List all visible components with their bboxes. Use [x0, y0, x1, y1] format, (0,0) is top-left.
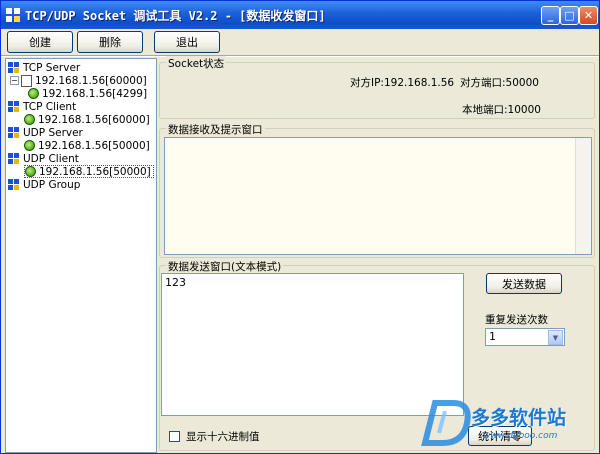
app-window: TCP/UDP Socket 调试工具 V2.2 - [数据收发窗口] _ □ … [0, 0, 600, 454]
tree-node-udp-server-child[interactable]: 192.168.1.56[50000] [24, 139, 150, 152]
maximize-button[interactable]: □ [560, 6, 579, 25]
peer-port-label: 对方端口:50000 [460, 77, 539, 89]
tree-node-label: UDP Client [23, 152, 79, 165]
socket-status-group: Socket状态 对方IP:192.168.1.56 对方端口:50000 本地… [159, 56, 595, 119]
delete-button[interactable]: 删除 [77, 31, 143, 53]
group-title: 数据接收及提示窗口 [166, 122, 265, 137]
connection-icon [28, 88, 39, 99]
app-grid-icon [6, 8, 20, 22]
connection-icon [25, 166, 36, 177]
peer-ip-label: 对方IP:192.168.1.56 [350, 77, 455, 89]
category-icon [8, 101, 19, 112]
tree-node-label: UDP Group [23, 178, 81, 191]
tree-node-tcp-connection[interactable]: 192.168.1.56[4299] [28, 87, 147, 100]
chevron-down-icon[interactable]: ▼ [548, 330, 563, 345]
category-icon [8, 127, 19, 138]
exit-button[interactable]: 退出 [154, 31, 220, 53]
minimize-button[interactable]: _ [541, 6, 560, 25]
title-bar[interactable]: TCP/UDP Socket 调试工具 V2.2 - [数据收发窗口] _ □ … [1, 1, 599, 29]
receive-textarea[interactable] [164, 137, 592, 255]
group-title: 数据发送窗口(文本模式) [166, 259, 284, 274]
document-icon [21, 74, 32, 87]
tree-node-tcp-server-child[interactable]: − 192.168.1.56[60000] [10, 74, 147, 87]
repeat-count-value: 1 [489, 330, 496, 343]
group-title: Socket状态 [166, 56, 227, 71]
tree-node-label: 192.168.1.56[60000] [38, 113, 150, 126]
category-icon [8, 62, 19, 73]
receive-scrollbar[interactable] [575, 138, 591, 254]
tree-node-tcp-client[interactable]: TCP Client [8, 100, 76, 113]
hex-display-label: 显示十六进制值 [186, 431, 260, 443]
connection-icon [24, 114, 35, 125]
tree-node-label: TCP Client [23, 100, 77, 113]
tree-node-udp-client[interactable]: UDP Client [8, 152, 79, 165]
toolbar-divider [1, 55, 599, 57]
tree-node-label: 192.168.1.56[50000] [38, 139, 150, 152]
watermark-text: 多多软件站 [471, 407, 567, 429]
hex-display-checkbox[interactable] [169, 431, 180, 442]
watermark-url: www.ddooo.com [483, 431, 558, 441]
tree-node-label: UDP Server [23, 126, 83, 139]
tree-node-label: TCP Server [23, 61, 81, 74]
category-icon [8, 153, 19, 164]
window-title: TCP/UDP Socket 调试工具 V2.2 - [数据收发窗口] [25, 9, 326, 23]
send-data-button[interactable]: 发送数据 [486, 273, 562, 294]
collapse-toggle[interactable]: − [10, 76, 19, 85]
receive-group: 数据接收及提示窗口 [159, 122, 595, 258]
tree-node-udp-group[interactable]: UDP Group [8, 178, 80, 191]
repeat-count-label: 重复发送次数 [485, 314, 548, 326]
close-button[interactable]: ✕ [579, 6, 598, 25]
socket-tree[interactable]: TCP Server − 192.168.1.56[60000] 192.168… [5, 58, 157, 453]
category-icon [8, 179, 19, 190]
connection-icon [24, 140, 35, 151]
tree-node-label: 192.168.1.56[60000] [35, 74, 147, 87]
watermark-logo: 多多软件站 www.ddooo.com [419, 393, 599, 451]
tree-node-tcp-server[interactable]: TCP Server [8, 61, 80, 74]
tree-node-udp-client-child[interactable]: 192.168.1.56[50000] [24, 165, 154, 178]
tree-node-udp-server[interactable]: UDP Server [8, 126, 83, 139]
tree-node-label: 192.168.1.56[4299] [42, 87, 148, 100]
local-port-label: 本地端口:10000 [462, 104, 541, 116]
create-button[interactable]: 创建 [7, 31, 73, 53]
repeat-count-select[interactable]: 1 ▼ [485, 328, 565, 346]
tree-node-label: 192.168.1.56[50000] [39, 165, 151, 178]
toolbar: 创建 删除 退出 [1, 29, 599, 55]
tree-node-tcp-client-child[interactable]: 192.168.1.56[60000] [24, 113, 150, 126]
